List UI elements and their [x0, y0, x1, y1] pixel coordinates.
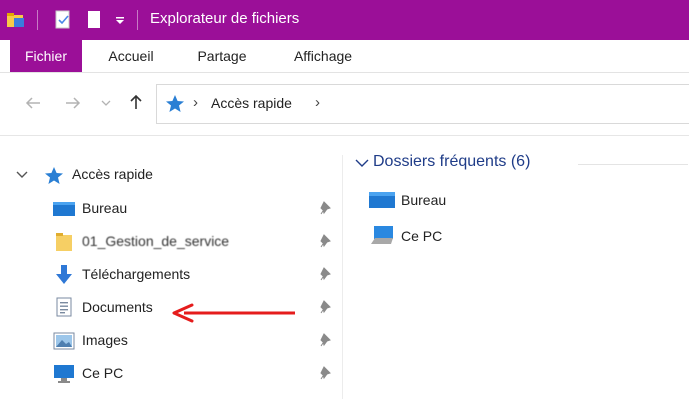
nav-header-label: Accès rapide — [72, 166, 153, 182]
nav-item-label: Bureau — [82, 200, 128, 216]
folder-icon — [7, 13, 24, 27]
back-arrow-icon[interactable] — [24, 95, 42, 111]
address-bar[interactable]: › Accès rapide › — [156, 84, 689, 124]
chevron-down-icon[interactable] — [355, 158, 369, 170]
navigation-pane: Accès rapide Bureau 01_Gestion_de_servic… — [0, 155, 343, 399]
pin-icon[interactable] — [320, 333, 332, 347]
annotation-arrow — [172, 303, 295, 323]
frequent-item-bureau[interactable]: Bureau — [369, 188, 569, 212]
navigation-bar: › Accès rapide › — [0, 73, 689, 136]
title-separator — [37, 10, 38, 30]
properties-icon[interactable] — [54, 10, 72, 30]
document-icon — [56, 297, 72, 317]
new-document-icon[interactable] — [86, 10, 102, 30]
nav-item-ce-pc[interactable]: Ce PC — [0, 358, 342, 390]
group-divider — [578, 164, 688, 165]
address-separator[interactable]: › — [193, 94, 198, 111]
pin-icon[interactable] — [320, 366, 332, 380]
pin-icon[interactable] — [320, 201, 332, 215]
nav-item-bureau[interactable]: Bureau — [0, 193, 342, 225]
group-title[interactable]: Dossiers fréquents (6) — [373, 153, 530, 171]
pin-star-icon — [45, 167, 63, 184]
frequent-item-ce-pc[interactable]: Ce PC — [369, 223, 569, 249]
download-icon — [56, 265, 72, 284]
address-path[interactable]: Accès rapide — [211, 95, 292, 111]
content-pane: Dossiers fréquents (6) Bureau Ce PC — [343, 140, 689, 399]
nav-item-telechargements[interactable]: Téléchargements — [0, 259, 342, 291]
nav-item-label: Images — [82, 332, 128, 348]
tab-partage[interactable]: Partage — [183, 40, 261, 72]
nav-item-images[interactable]: Images — [0, 325, 342, 357]
nav-item-label: Ce PC — [82, 365, 124, 381]
pin-icon[interactable] — [320, 300, 332, 314]
desktop-icon — [369, 192, 395, 208]
ribbon-tabs: Fichier Accueil Partage Affichage — [0, 40, 689, 73]
frequent-item-label: Ce PC — [401, 228, 443, 244]
chevron-down-icon[interactable] — [16, 170, 28, 180]
title-bar: Explorateur de fichiers — [0, 0, 689, 40]
tab-affichage[interactable]: Affichage — [276, 40, 370, 72]
pin-icon[interactable] — [320, 267, 332, 281]
window-title: Explorateur de fichiers — [150, 10, 300, 27]
tab-accueil[interactable]: Accueil — [94, 40, 168, 72]
pin-icon[interactable] — [320, 234, 332, 248]
customize-toolbar-icon[interactable] — [114, 14, 126, 26]
image-icon — [53, 332, 75, 350]
up-arrow-icon[interactable] — [128, 93, 144, 111]
pin-star-icon — [166, 95, 184, 112]
folder-icon — [56, 233, 72, 251]
nav-item-label: 01_Gestion_de_service — [82, 233, 230, 249]
nav-header-acces-rapide[interactable]: Accès rapide — [0, 159, 342, 191]
computer-icon — [54, 365, 74, 383]
computer-icon — [371, 226, 393, 244]
address-trail-chevron[interactable]: › — [315, 94, 320, 111]
nav-item-label: Documents — [82, 299, 153, 315]
desktop-icon — [53, 202, 75, 216]
forward-arrow-icon[interactable] — [64, 95, 82, 111]
tab-fichier[interactable]: Fichier — [10, 40, 82, 72]
frequent-item-label: Bureau — [401, 192, 447, 208]
nav-item-gestion-de-service[interactable]: 01_Gestion_de_service — [0, 226, 342, 258]
recent-locations-chevron-icon[interactable] — [100, 98, 112, 108]
nav-item-label: Téléchargements — [82, 266, 191, 282]
title-separator — [137, 10, 138, 30]
